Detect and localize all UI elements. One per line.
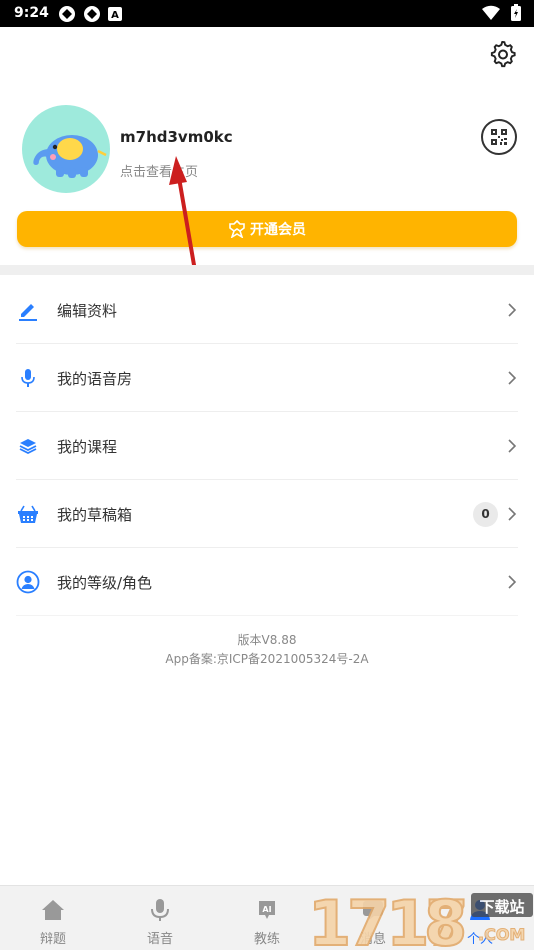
tab-voice[interactable]: 语音 [130,898,190,947]
tab-messages[interactable]: 消息 [343,898,403,947]
status-time: 9:24 [14,5,49,21]
pencil-icon [19,304,37,321]
version-info: 版本V8.88 App备案:京ICP备2021005324号-2A [0,631,534,669]
battery-icon [511,4,521,21]
tab-coach[interactable]: AI 教练 [237,898,297,947]
tab-label: 个人 [466,932,493,947]
menu-label: 我的语音房 [57,370,133,388]
app-notification-icon [59,6,75,22]
qr-code-icon [491,129,507,145]
icp-record: App备案:京ICP备2021005324号-2A [165,652,369,666]
microphone-icon [151,899,169,921]
elephant-icon [33,135,107,178]
view-homepage-link[interactable]: 点击查看主页 [120,161,198,180]
chevron-right-icon [508,507,517,521]
microphone-icon [21,369,35,387]
app-notification-icon-2 [84,6,100,22]
vip-membership-button[interactable]: 开通会员 [17,211,517,247]
chevron-right-icon [508,575,517,589]
chevron-right-icon [508,371,517,385]
chevron-right-icon [508,439,517,453]
basket-icon [18,505,38,523]
profile-menu: 编辑资料 我的语音房 我的课程 我的草稿箱 0 我的等级/角色 [16,276,518,616]
settings-gear-icon[interactable] [489,41,517,69]
vip-button-label: 开通会员 [250,222,306,238]
person-icon [470,900,490,920]
menu-item-courses[interactable]: 我的课程 [16,412,518,480]
menu-item-voice-room[interactable]: 我的语音房 [16,344,518,412]
menu-label: 编辑资料 [57,302,118,320]
section-divider [0,265,534,275]
menu-item-edit-profile[interactable]: 编辑资料 [16,276,518,344]
layers-icon [19,439,37,455]
version-text: 版本V8.88 [237,633,297,647]
svg-text:AI: AI [262,905,271,914]
bottom-tab-bar: 辩题 语音 AI 教练 消息 个人 [0,885,534,950]
qr-code-button[interactable] [481,119,517,155]
tab-profile[interactable]: 个人 [450,898,510,947]
menu-item-drafts[interactable]: 我的草稿箱 0 [16,480,518,548]
vip-badge-icon [229,220,245,238]
menu-label: 我的草稿箱 [57,506,133,524]
avatar[interactable] [22,105,110,193]
username[interactable]: m7hd3vm0kc [120,128,233,146]
status-bar: 9:24 A [0,0,534,27]
chevron-right-icon [508,303,517,317]
drafts-count-badge: 0 [473,502,498,527]
ai-coach-icon: AI [259,901,275,919]
svg-text:A: A [111,10,119,21]
home-icon [42,900,64,920]
tab-label: 教练 [253,932,280,947]
tab-label: 消息 [359,932,386,947]
menu-item-level-role[interactable]: 我的等级/角色 [16,548,518,616]
status-right-icons [481,4,522,26]
tab-label: 语音 [146,932,173,947]
menu-label: 我的课程 [57,438,118,456]
text-notification-icon: A [108,7,122,21]
wifi-icon [481,5,500,20]
tab-topics[interactable]: 辩题 [23,898,83,947]
tab-label: 辩题 [39,932,66,947]
message-icon [363,901,383,920]
user-circle-icon [16,570,40,594]
menu-label: 我的等级/角色 [57,574,153,592]
